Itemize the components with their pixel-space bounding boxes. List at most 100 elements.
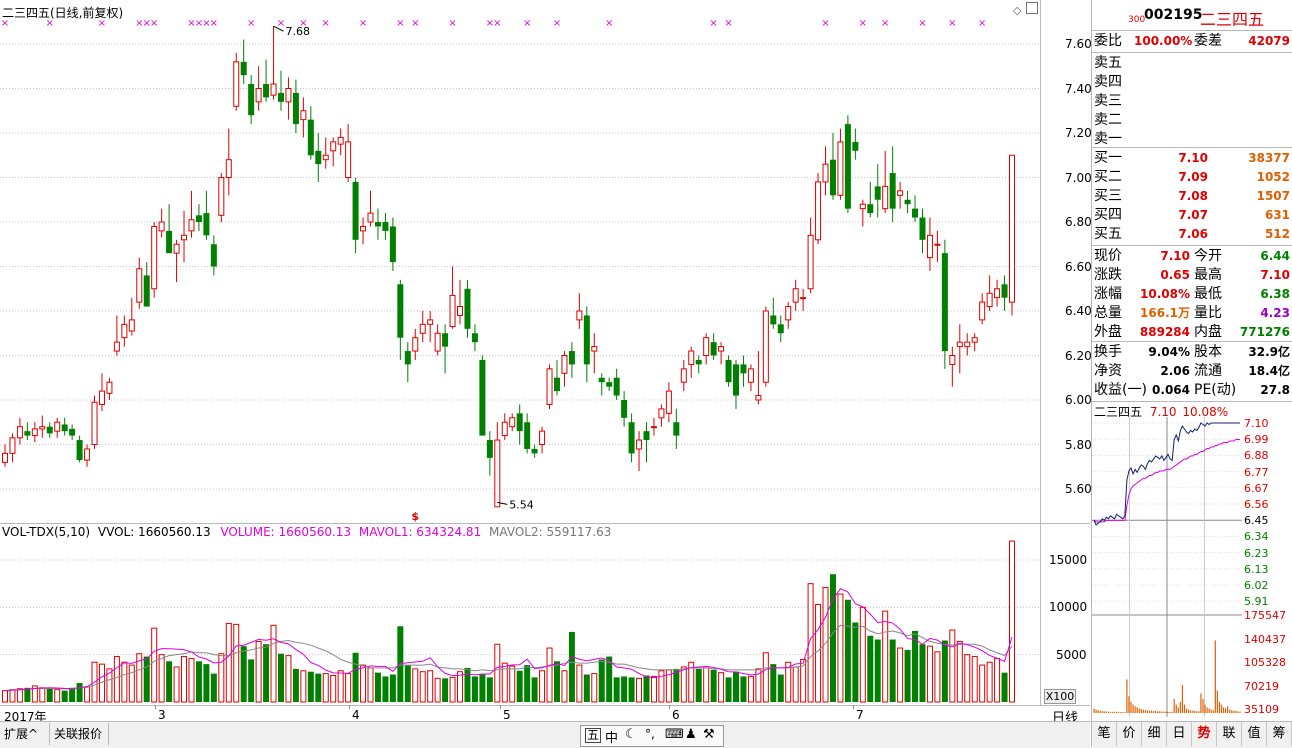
- volume-bar: [158, 654, 165, 703]
- volume-bar: [337, 670, 344, 703]
- volume-bar: [486, 677, 493, 702]
- intraday-chart[interactable]: [1092, 417, 1242, 717]
- tab-related-quote[interactable]: 关联报价: [50, 723, 109, 745]
- candle-body: [486, 440, 493, 458]
- volume-bar: [203, 664, 210, 702]
- volume-bar: [479, 674, 486, 702]
- candle-body: [143, 275, 150, 307]
- candle-body: [389, 226, 396, 263]
- volume-bar: [606, 656, 613, 702]
- buy-level-label: 买二: [1094, 169, 1122, 185]
- volume-bar: [844, 599, 851, 702]
- candle-body: [949, 355, 956, 365]
- volume-bar: [24, 687, 31, 702]
- candle-body: [39, 426, 46, 430]
- candle-body: [449, 294, 456, 328]
- stat-value: 771276: [1239, 325, 1290, 339]
- right-tab[interactable]: 势: [1192, 722, 1217, 746]
- candle-body: [665, 390, 672, 414]
- volume-bar: [382, 676, 389, 702]
- wubi-icon[interactable]: 五: [585, 728, 602, 743]
- candle-body: [419, 323, 426, 334]
- weicha-value: 42079: [1248, 34, 1290, 48]
- volume-bar: [285, 655, 292, 703]
- keyboard-icon[interactable]: ⌨: [665, 727, 684, 742]
- right-tab[interactable]: 笔: [1092, 722, 1117, 746]
- candle-body: [904, 199, 911, 205]
- volume-bar: [695, 668, 702, 702]
- candle-body: [733, 364, 740, 396]
- candle-body: [315, 150, 322, 165]
- buy-level-volume: 512: [1264, 227, 1290, 241]
- event-marker: ×: [918, 18, 926, 29]
- candle-body: [98, 390, 105, 405]
- vol-tick-label: 15000: [1049, 553, 1088, 567]
- right-tab[interactable]: 值: [1242, 722, 1267, 746]
- stock-code: 002195: [1144, 7, 1203, 23]
- intraday-price-tick: 6.56: [1244, 498, 1269, 511]
- candle-body: [695, 359, 702, 365]
- candle-body: [591, 346, 598, 352]
- volume-bar: [643, 675, 650, 702]
- volume-bar: [46, 688, 53, 702]
- volume-bar: [1009, 540, 1015, 703]
- right-tab[interactable]: 筹: [1267, 722, 1292, 746]
- candle-body: [650, 426, 657, 429]
- right-tab[interactable]: 细: [1142, 722, 1167, 746]
- stock-header[interactable]: 300 002195 二三四五: [1092, 5, 1292, 29]
- candle-body: [442, 333, 449, 347]
- candle-body: [158, 221, 165, 232]
- event-dollar-icon: $: [411, 510, 419, 522]
- ime-toolbar[interactable]: 五 中 ☾ °, ⌨ ♟ ⚒: [580, 725, 724, 747]
- candle-body: [166, 230, 173, 254]
- moon-icon[interactable]: ☾: [625, 727, 637, 742]
- weibi-value: 100.00%: [1134, 34, 1193, 48]
- volume-chart[interactable]: [0, 540, 1040, 704]
- weicha-label: 委差: [1194, 33, 1222, 49]
- x-axis-label: 7: [856, 708, 864, 722]
- intraday-price-tick: 6.02: [1244, 579, 1269, 592]
- right-tab[interactable]: 日: [1167, 722, 1192, 746]
- volume-bar: [61, 690, 68, 702]
- chinese-mode-icon[interactable]: 中: [605, 727, 618, 746]
- candle-body: [785, 306, 792, 321]
- quote-panel: 300 002195 二三四五 委比 100.00% 委差 42079 卖五 卖…: [1091, 0, 1292, 748]
- punct-icon[interactable]: °,: [645, 727, 655, 741]
- volume-bar: [986, 661, 993, 703]
- candle-body: [188, 219, 195, 232]
- candle-body: [718, 346, 725, 352]
- event-marker: ×: [448, 18, 456, 29]
- volume-bar: [956, 640, 963, 703]
- candle-body: [964, 341, 971, 348]
- candle-body: [501, 421, 508, 437]
- volume-bar: [762, 652, 769, 703]
- candle-body: [561, 355, 568, 374]
- price-tick-label: 7.40: [1065, 81, 1092, 96]
- right-tab[interactable]: 价: [1117, 722, 1142, 746]
- user-icon[interactable]: ♟: [685, 727, 697, 742]
- buy-level-price: 7.10: [1178, 151, 1208, 165]
- candle-body: [479, 359, 486, 436]
- candle-body: [762, 310, 769, 383]
- candle-body: [84, 448, 91, 461]
- candle-body: [725, 359, 732, 383]
- candlestick-chart[interactable]: × × × × × × × × × × × × × × × × × × × × × × × × × × × × × × ×7.685.54$: [0, 0, 1040, 522]
- candle-body: [136, 268, 143, 303]
- buy-level-volume: 1052: [1256, 170, 1290, 184]
- wrench-icon[interactable]: ⚒: [703, 727, 715, 742]
- tab-expand[interactable]: 扩展^: [0, 723, 50, 745]
- price-tick-label: 6.20: [1065, 348, 1092, 363]
- volume-bar: [1001, 672, 1008, 702]
- kline-panel[interactable]: 二三四五(日线,前复权) ◇ × × × × × × × × × × × × × × × × × × × × × × × × ×…: [0, 0, 1040, 522]
- candle-body: [524, 422, 531, 449]
- volume-bar: [621, 676, 628, 702]
- volume-bar: [613, 677, 620, 702]
- right-tab[interactable]: 联: [1217, 722, 1242, 746]
- volume-bar: [151, 627, 158, 703]
- vol-indicator-header[interactable]: VOL-TDX(5,10) VVOL: 1660560.13 VOLUME: 1…: [2, 525, 611, 539]
- candle-body: [367, 212, 374, 223]
- volume-bar: [598, 659, 605, 702]
- volume-bar: [636, 677, 643, 703]
- fundamental-label: 股本: [1194, 344, 1222, 360]
- volume-bar: [113, 656, 120, 703]
